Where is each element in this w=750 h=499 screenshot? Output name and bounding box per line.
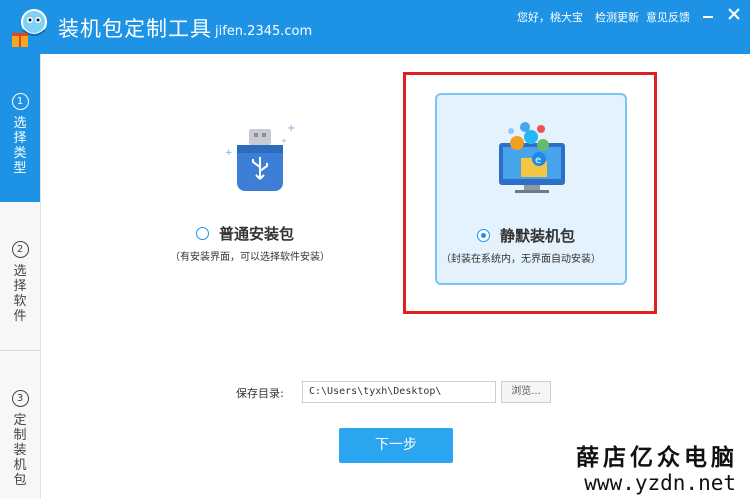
step-select-software[interactable]: 2 选择软件 [0, 202, 40, 351]
feedback-link[interactable]: 意见反馈 [646, 9, 690, 25]
step-sidebar: 1 选择类型 2 选择软件 3 定制装机包 [0, 54, 41, 499]
browse-button[interactable]: 浏览... [501, 381, 551, 403]
watermark: 薛店亿众电脑 www.yzdn.net [500, 438, 750, 499]
option-title: 普通安装包 [219, 225, 295, 243]
app-subtitle: jifen.2345.com [215, 24, 313, 39]
next-step-button[interactable]: 下一步 [339, 428, 453, 463]
svg-text:+: + [225, 148, 233, 158]
option-description: （有安装界面，可以选择软件安装） [170, 252, 330, 263]
step-select-type[interactable]: 1 选择类型 [0, 54, 40, 202]
radio-normal[interactable] [196, 227, 209, 240]
minimize-icon[interactable] [702, 8, 714, 20]
step-number: 1 [11, 93, 29, 110]
usb-drive-icon: + + + [225, 123, 295, 191]
option-description: （封装在系统内，无界面自动安装） [441, 254, 601, 265]
option-silent-package[interactable]: e 静默装机包 （封装在系统内，无界面自动安装） [435, 93, 627, 285]
radio-silent[interactable] [477, 229, 490, 242]
app-title: 装机包定制工具 [58, 17, 212, 41]
watermark-text: 薛店亿众电脑 [576, 444, 738, 471]
step-custom-package[interactable]: 3 定制装机包 [0, 351, 40, 499]
save-directory-label: 保存目录: [236, 387, 284, 400]
title-bar: 装机包定制工具 jifen.2345.com 您好，桃大宝 检测更新 意见反馈 [0, 0, 750, 54]
step-label: 选择类型 [13, 116, 27, 176]
svg-text:e: e [535, 155, 541, 166]
svg-text:+: + [281, 137, 287, 145]
option-title: 静默装机包 [500, 227, 576, 245]
svg-text:+: + [287, 123, 295, 134]
close-icon[interactable] [728, 8, 740, 20]
check-update-link[interactable]: 检测更新 [595, 9, 639, 25]
step-label: 定制装机包 [13, 413, 27, 488]
step-number: 3 [11, 390, 29, 407]
save-directory-input[interactable]: C:\Users\tyxh\Desktop\ [302, 381, 496, 403]
step-label: 选择软件 [13, 264, 27, 324]
monitor-apps-icon: e [499, 122, 565, 193]
step-number: 2 [11, 241, 29, 258]
watermark-url: www.yzdn.net [584, 471, 736, 495]
user-greeting[interactable]: 您好，桃大宝 [517, 9, 583, 25]
app-logo-icon [12, 9, 47, 47]
option-normal-package[interactable]: + + + 普通安装包 （有安装界面，可以选择软件安装） [166, 93, 358, 285]
